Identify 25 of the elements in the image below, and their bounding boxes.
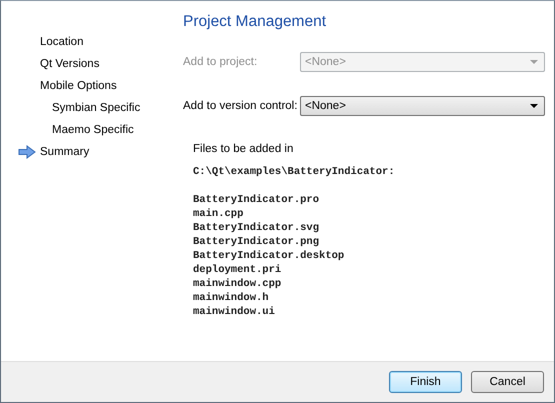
wizard-step: Symbian Specific [52,102,140,114]
dialog-button[interactable]: Finish [389,371,462,393]
file-name: mainwindow.ui [193,305,276,319]
file-name: BatteryIndicator.pro [193,193,320,207]
page-title: Project Management [183,13,328,32]
directory-path: C:\Qt\examples\BatteryIndicator: [193,165,396,179]
file-name: BatteryIndicator.svg [193,221,320,235]
file-name: mainwindow.cpp [193,277,282,291]
file-name: BatteryIndicator.desktop [193,249,346,263]
file-name: BatteryIndicator.png [193,235,320,249]
files-heading: Files to be added in [193,143,294,155]
file-name: main.cpp [193,207,244,221]
file-name: deployment.pri [193,263,282,277]
caret-icon [530,60,538,64]
wizard-step: Qt Versions [40,58,100,70]
wizard-step: Summary [40,146,90,158]
caret-icon [530,104,538,108]
wizard-step: Maemo Specific [52,124,134,136]
dialog-button[interactable]: Cancel [471,371,544,393]
wizard-step: Location [40,36,84,48]
field-label: Add to version control: [183,100,298,112]
file-name: mainwindow.h [193,291,270,305]
field-label: Add to project: [183,56,258,68]
dropdown[interactable]: <None> [300,96,545,116]
wizard-step: Mobile Options [40,80,117,92]
